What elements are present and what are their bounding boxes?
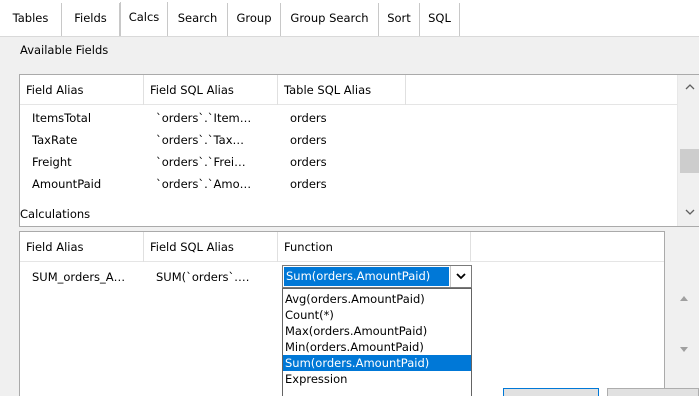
field-sql-alias-cell: `orders`.`Item… xyxy=(156,111,252,125)
dropdown-option-count[interactable]: Count(*) xyxy=(283,307,471,323)
table-row[interactable]: Freight `orders`.`Frei… orders xyxy=(20,151,699,173)
dropdown-option-max[interactable]: Max(orders.AmountPaid) xyxy=(283,323,471,339)
column-header-field-sql-alias[interactable]: Field SQL Alias xyxy=(144,75,278,105)
table-sql-alias-cell: orders xyxy=(290,111,327,125)
table-sql-alias-cell: orders xyxy=(290,177,327,191)
column-header-field-alias[interactable]: Field Alias xyxy=(20,232,144,262)
move-up-icon[interactable] xyxy=(673,289,695,311)
tab-fields[interactable]: Fields xyxy=(62,3,120,36)
table-sql-alias-cell: orders xyxy=(290,155,327,169)
table-row[interactable]: AmountPaid `orders`.`Amo… orders xyxy=(20,173,699,195)
column-header-table-sql-alias[interactable]: Table SQL Alias xyxy=(278,75,406,105)
move-down-icon[interactable] xyxy=(673,341,695,363)
calculations-header: Field Alias Field SQL Alias Function xyxy=(20,232,664,262)
dropdown-option-avg[interactable]: Avg(orders.AmountPaid) xyxy=(283,291,471,307)
tab-sort[interactable]: Sort xyxy=(379,3,420,36)
tab-calcs[interactable]: Calcs xyxy=(120,2,168,37)
scrollbar-thumb[interactable] xyxy=(680,149,699,173)
column-header-field-sql-alias[interactable]: Field SQL Alias xyxy=(144,232,278,262)
bottom-button-right[interactable] xyxy=(607,388,699,396)
calculations-grid: Field Alias Field SQL Alias Function SUM… xyxy=(19,231,665,396)
field-sql-alias-cell: `orders`.`Amo… xyxy=(156,177,252,191)
dropdown-option-expression[interactable]: Expression xyxy=(283,371,471,387)
table-row[interactable]: TaxRate `orders`.`Tax… orders xyxy=(20,129,699,151)
field-alias-cell: ItemsTotal xyxy=(32,111,92,125)
tab-bar: Tables Fields Calcs Search Group Group S… xyxy=(0,0,699,37)
field-sql-alias-cell: `orders`.`Frei… xyxy=(156,155,246,169)
field-alias-cell: AmountPaid xyxy=(32,177,102,191)
available-fields-header: Field Alias Field SQL Alias Table SQL Al… xyxy=(20,75,699,105)
function-dropdown-list[interactable]: Avg(orders.AmountPaid) Count(*) Max(orde… xyxy=(282,288,472,396)
dropdown-option-sum[interactable]: Sum(orders.AmountPaid) xyxy=(283,355,471,371)
tab-group-search[interactable]: Group Search xyxy=(281,3,379,36)
calculations-label: Calculations xyxy=(20,207,91,221)
tab-sql[interactable]: SQL xyxy=(420,3,460,36)
dropdown-option-min[interactable]: Min(orders.AmountPaid) xyxy=(283,339,471,355)
calc-field-sql-alias-cell: SUM(`orders`.… xyxy=(156,270,250,284)
calcs-panel: Available Fields Field Alias Field SQL A… xyxy=(0,37,699,396)
available-fields-grid: Field Alias Field SQL Alias Table SQL Al… xyxy=(19,74,699,227)
field-alias-cell: Freight xyxy=(32,155,72,169)
available-fields-label: Available Fields xyxy=(20,43,109,57)
field-alias-cell: TaxRate xyxy=(32,133,78,147)
bottom-button-left[interactable] xyxy=(503,388,599,396)
field-sql-alias-cell: `orders`.`Tax… xyxy=(156,133,245,147)
table-sql-alias-cell: orders xyxy=(290,133,327,147)
tab-group[interactable]: Group xyxy=(228,3,281,36)
scroll-up-icon[interactable] xyxy=(678,80,699,97)
scroll-down-icon[interactable] xyxy=(678,205,699,222)
function-combo[interactable]: Sum(orders.AmountPaid) xyxy=(282,265,472,288)
function-combo-value[interactable]: Sum(orders.AmountPaid) xyxy=(284,267,449,286)
column-header-function[interactable]: Function xyxy=(278,232,471,262)
table-row[interactable]: ItemsTotal `orders`.`Item… orders xyxy=(20,107,699,129)
available-fields-scrollbar[interactable] xyxy=(677,75,699,226)
tab-search[interactable]: Search xyxy=(168,3,228,36)
tab-tables[interactable]: Tables xyxy=(0,3,62,36)
combo-arrow-icon[interactable] xyxy=(450,266,470,287)
calc-field-alias-cell: SUM_orders_A… xyxy=(32,270,126,284)
column-header-field-alias[interactable]: Field Alias xyxy=(20,75,144,105)
